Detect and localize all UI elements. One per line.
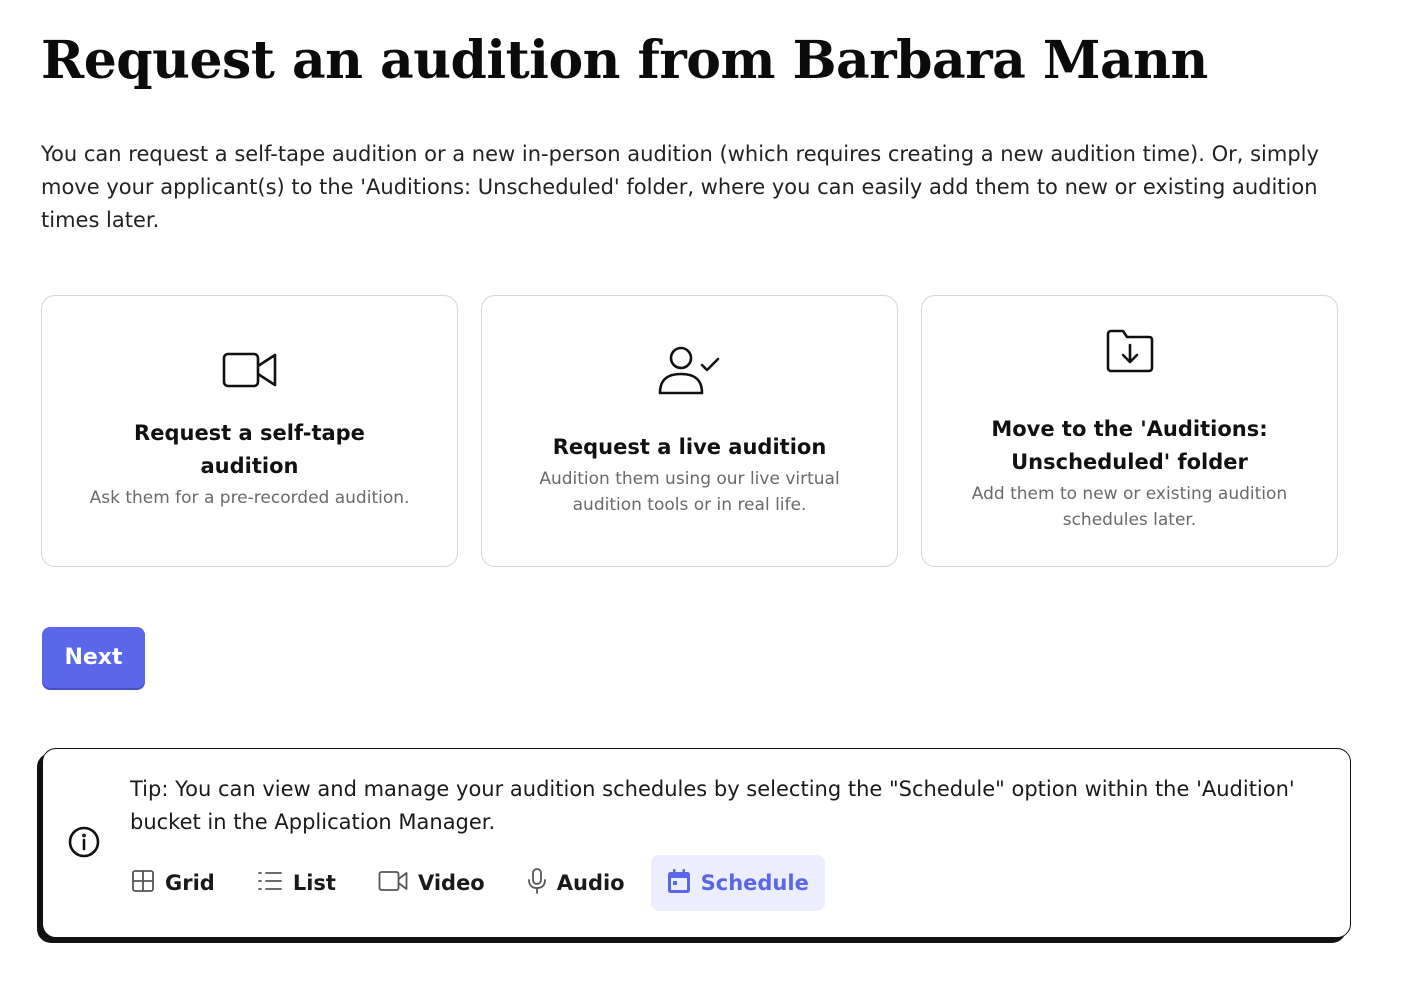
next-button[interactable]: Next bbox=[42, 627, 145, 688]
move-to-unscheduled-card[interactable]: Move to the 'Auditions: Unscheduled' fol… bbox=[921, 295, 1338, 567]
view-option-video[interactable]: Video bbox=[362, 855, 501, 911]
folder-download-icon bbox=[1105, 329, 1155, 377]
card-title: Move to the 'Auditions: Unscheduled' fol… bbox=[991, 417, 1268, 474]
view-option-label: Audio bbox=[556, 871, 625, 895]
calendar-icon bbox=[667, 868, 701, 899]
view-option-audio[interactable]: Audio bbox=[511, 855, 641, 911]
card-description: Audition them using our live virtual aud… bbox=[539, 468, 840, 515]
view-option-schedule[interactable]: Schedule bbox=[650, 855, 825, 911]
video-icon bbox=[378, 870, 418, 897]
page-title: Request an audition from Barbara Mann bbox=[41, 30, 1208, 91]
view-option-label: Video bbox=[417, 871, 485, 895]
view-option-grid[interactable]: Grid bbox=[115, 855, 231, 911]
self-tape-audition-card[interactable]: Request a self-tape audition Ask them fo… bbox=[41, 295, 458, 567]
tip-box: Tip: You can view and manage your auditi… bbox=[42, 748, 1351, 938]
card-description: Add them to new or existing audition sch… bbox=[971, 484, 1288, 530]
view-option-list[interactable]: List bbox=[241, 855, 352, 911]
view-option-label: Schedule bbox=[700, 871, 809, 895]
view-option-label: List bbox=[292, 871, 336, 895]
card-title: Request a live audition bbox=[552, 434, 827, 459]
live-audition-card[interactable]: Request a live audition Audition them us… bbox=[481, 295, 898, 567]
video-camera-icon bbox=[222, 351, 278, 393]
view-options-preview: Grid List Video Audio Schedule bbox=[115, 855, 835, 911]
intro-text: You can request a self-tape audition or … bbox=[41, 142, 1319, 232]
user-check-icon bbox=[658, 345, 722, 401]
microphone-icon bbox=[527, 867, 557, 900]
grid-icon bbox=[131, 869, 165, 898]
card-title: Request a self-tape audition bbox=[134, 421, 365, 478]
info-icon bbox=[67, 825, 101, 863]
tip-text: Tip: You can view and manage your auditi… bbox=[130, 777, 1295, 834]
list-icon bbox=[257, 870, 293, 897]
card-description: Ask them for a pre-recorded audition. bbox=[89, 488, 410, 508]
view-option-label: Grid bbox=[165, 871, 215, 895]
